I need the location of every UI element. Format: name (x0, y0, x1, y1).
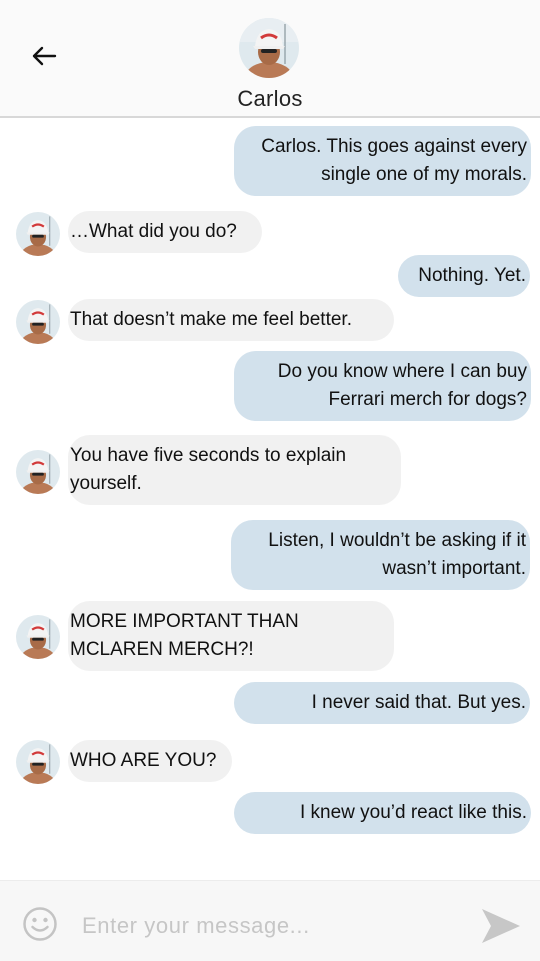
message-input[interactable] (80, 905, 464, 947)
message-text: Listen, I wouldn’t be asking if it (268, 530, 526, 551)
message-text: Nothing. Yet. (418, 265, 526, 286)
outgoing-message[interactable]: Listen, I wouldn’t be asking if it wasn’… (231, 520, 530, 590)
message-text: MCLAREN MERCH?! (70, 639, 254, 660)
message-text: wasn’t important. (382, 558, 526, 579)
message-list[interactable]: Carlos. This goes against every single o… (0, 118, 540, 878)
message-text: single one of my morals. (321, 164, 527, 185)
outgoing-message[interactable]: Carlos. This goes against every single o… (234, 126, 531, 196)
incoming-message[interactable]: You have five seconds to explain yoursel… (68, 435, 401, 505)
outgoing-message[interactable]: Nothing. Yet. (398, 255, 530, 297)
message-text: MORE IMPORTANT THAN (70, 611, 299, 632)
send-button[interactable] (478, 903, 524, 949)
contact-name: Carlos (237, 86, 303, 111)
contact-avatar[interactable] (239, 18, 299, 78)
message-text: yourself. (70, 473, 142, 494)
message-text: WHO ARE YOU? (70, 750, 217, 771)
message-text: Carlos. This goes against every (261, 136, 527, 157)
message-text: I knew you’d react like this. (299, 802, 527, 823)
emoji-button[interactable] (22, 906, 58, 942)
incoming-message[interactable]: That doesn’t make me feel better. (68, 299, 394, 341)
message-text: Do you know where I can buy (277, 361, 527, 382)
arrow-left-icon (32, 46, 57, 66)
message-text: …What did you do? (70, 221, 237, 242)
smiley-icon (23, 907, 57, 941)
contact-avatar[interactable] (16, 450, 60, 494)
outgoing-message[interactable]: Do you know where I can buy Ferrari merc… (234, 351, 531, 421)
contact-avatar[interactable] (16, 740, 60, 784)
message-composer (0, 880, 540, 961)
outgoing-message[interactable]: I knew you’d react like this. (234, 792, 531, 834)
contact-avatar[interactable] (16, 615, 60, 659)
contact-avatar[interactable] (16, 212, 60, 256)
outgoing-message[interactable]: I never said that. But yes. (234, 682, 530, 724)
incoming-message[interactable]: WHO ARE YOU? (68, 740, 232, 782)
chat-header: Carlos (0, 0, 540, 118)
incoming-message[interactable]: MORE IMPORTANT THAN MCLAREN MERCH?! (68, 601, 394, 671)
message-text: Ferrari merch for dogs? (328, 389, 527, 410)
send-icon (482, 909, 520, 943)
message-text: You have five seconds to explain (70, 445, 347, 466)
message-text: I never said that. But yes. (311, 692, 526, 713)
message-text: That doesn’t make me feel better. (70, 309, 352, 330)
incoming-message[interactable]: …What did you do? (68, 211, 262, 253)
back-button[interactable] (26, 38, 62, 74)
contact-avatar[interactable] (16, 300, 60, 344)
